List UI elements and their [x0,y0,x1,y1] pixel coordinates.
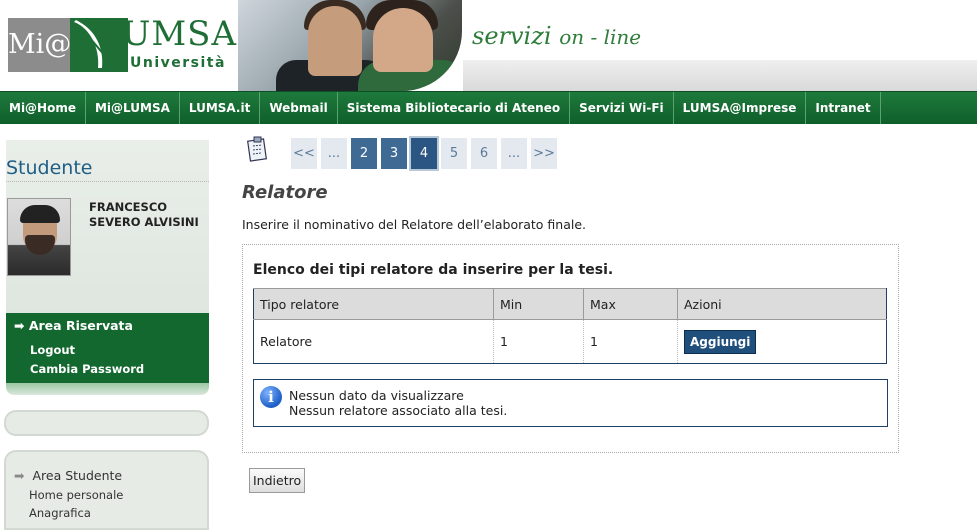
logout-link[interactable]: Logout [30,343,75,357]
column-header-tipo: Tipo relatore [253,288,494,320]
arrow-right-icon: ➡ [14,318,25,333]
cell-tipo: Relatore [253,319,494,364]
panel-title: Elenco dei tipi relatore da inserire per… [253,262,614,278]
reserved-area-title: ➡ Area Riservata [14,318,133,333]
logo-lumsa-text: LUMSA [100,14,238,54]
pager-ellipsis-right: ... [501,138,527,169]
student-name: FRANCESCO SEVERO ALVISINI [89,200,199,229]
servizi-online-tagline: servizi on - line [472,22,641,50]
nav-lumsa-imprese[interactable]: LUMSA@Imprese [674,92,807,124]
page-intro: Inserire il nominativo del Relatore dell… [242,217,587,232]
column-header-max: Max [583,288,678,320]
home-personale-link[interactable]: Home personale [29,488,123,502]
sidebar-title: Studente [6,157,93,179]
header-photo-students [238,0,462,91]
nav-servizi-wifi[interactable]: Servizi Wi-Fi [570,92,674,124]
top-nav: Mi@Home Mi@LUMSA LUMSA.it Webmail Sistem… [0,91,977,124]
site-header: Mi@ LUMSA Università servizi on - line [0,0,977,91]
pager-step-6: 6 [471,138,497,169]
sidebar-empty-panel [4,410,209,436]
logo-universita-text: Università [130,55,226,71]
cell-min: 1 [493,319,584,364]
cell-azioni: Aggiungi [677,319,887,364]
info-icon: i [260,386,282,408]
servizi-word: servizi [472,22,552,50]
info-line-2: Nessun relatore associato alla tesi. [289,403,508,418]
header-gray-bar [463,60,977,91]
anagrafica-link[interactable]: Anagrafica [29,506,91,520]
info-message-box: i Nessun dato da visualizzare Nessun rel… [253,379,888,427]
pager-ellipsis-left: ... [321,138,347,169]
avatar [7,198,71,276]
reserved-area-footer [6,383,209,395]
online-word: on - line [559,25,642,49]
nav-webmail[interactable]: Webmail [260,92,338,124]
indietro-button[interactable]: Indietro [249,468,306,493]
nav-sistema-bibliotecario[interactable]: Sistema Bibliotecario di Ateneo [338,92,571,124]
pager-last[interactable]: >> [531,138,557,169]
sidebar-divider [6,181,209,182]
relatore-types-table: Tipo relatore Min Max Azioni Relatore 1 … [253,288,887,364]
cambia-password-link[interactable]: Cambia Password [30,362,144,376]
reserved-area-label: Area Riservata [28,318,133,333]
pager-step-5: 5 [441,138,467,169]
pager-first[interactable]: << [291,138,317,169]
column-header-min: Min [493,288,584,320]
column-header-azioni: Azioni [677,288,887,320]
pager-step-2[interactable]: 2 [351,138,377,169]
student-area-title: ➡ Area Studente [14,468,122,483]
lumsa-logo[interactable]: Mi@ LUMSA Università [0,0,238,91]
page-title: Relatore [242,182,328,203]
table-row: Relatore 1 1 Aggiungi [253,319,887,364]
info-line-1: Nessun dato da visualizzare [289,388,464,403]
nav-intranet[interactable]: Intranet [806,92,881,124]
pager-step-3[interactable]: 3 [381,138,407,169]
logo-mi-block: Mi@ [8,18,71,72]
student-area-label: Area Studente [32,468,123,483]
nav-lumsa-it[interactable]: LUMSA.it [180,92,261,124]
cell-max: 1 [583,319,678,364]
nav-mi-lumsa[interactable]: Mi@LUMSA [86,92,180,124]
aggiungi-button[interactable]: Aggiungi [684,329,757,354]
sidebar: Studente FRANCESCO SEVERO ALVISINI ➡ Are… [0,124,215,530]
clipboard-icon [247,136,269,162]
wizard-pager: << ... 2 3 4 5 6 ... >> [291,136,557,171]
pager-step-4-current: 4 [409,136,439,171]
arrow-right-icon: ➡ [14,468,25,483]
nav-mi-home[interactable]: Mi@Home [0,92,86,124]
